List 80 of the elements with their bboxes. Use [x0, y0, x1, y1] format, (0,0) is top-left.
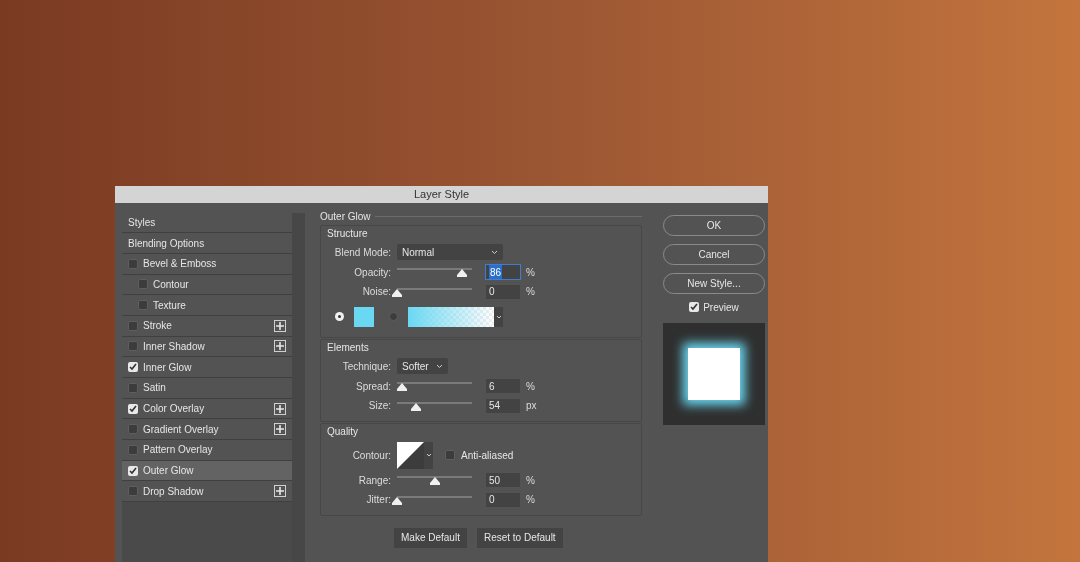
unit-label: px [526, 399, 537, 414]
number-field[interactable]: 0 [486, 492, 520, 507]
field-label: Contour: [351, 448, 391, 463]
style-item[interactable]: Outer Glow [122, 460, 292, 482]
caret-icon [495, 314, 502, 319]
add-icon[interactable] [274, 485, 286, 498]
style-item[interactable]: Gradient Overlay [122, 419, 292, 441]
unit-label: % [526, 285, 535, 300]
section-title: Quality [327, 425, 359, 439]
style-item[interactable]: Inner Shadow [122, 336, 292, 358]
style-item[interactable]: Satin [122, 378, 292, 399]
style-item[interactable]: Styles [122, 212, 292, 234]
caret-icon [436, 363, 443, 369]
number-field[interactable]: 50 [486, 473, 520, 488]
section-title: Structure [327, 227, 368, 241]
slider-thumb[interactable] [392, 496, 402, 505]
checkbox[interactable] [128, 465, 138, 476]
checkbox-label: Anti-aliased [461, 448, 514, 463]
field-label: Size: [367, 399, 391, 414]
slider-thumb[interactable] [456, 269, 467, 278]
style-item[interactable]: Inner Glow [122, 357, 292, 378]
radio-button[interactable] [335, 312, 344, 321]
add-icon[interactable] [274, 340, 286, 353]
checkbox[interactable] [128, 382, 138, 393]
field-label: Jitter: [365, 493, 391, 508]
style-item[interactable]: Stroke [122, 315, 292, 337]
panel-button[interactable]: Make Default [394, 527, 467, 548]
checkbox[interactable] [128, 486, 138, 497]
checkbox[interactable] [128, 258, 138, 269]
slider-thumb[interactable] [429, 477, 440, 486]
slider-thumb[interactable] [410, 402, 421, 411]
checkbox[interactable] [128, 444, 138, 455]
field-label: Range: [357, 473, 391, 488]
number-field[interactable]: 0 [486, 284, 520, 299]
style-item[interactable]: Bevel & Emboss [122, 253, 292, 275]
add-icon[interactable] [274, 319, 286, 332]
panel-button[interactable]: Reset to Default [476, 527, 563, 548]
checkbox[interactable] [138, 300, 148, 311]
dropdown[interactable]: Normal [397, 244, 503, 260]
style-item[interactable]: Contour [122, 274, 292, 296]
dropdown[interactable]: Softer [397, 358, 448, 374]
number-field[interactable]: 6 [486, 379, 520, 394]
checkbox[interactable] [128, 320, 138, 331]
section-title: Elements [327, 341, 369, 355]
unit-label: % [526, 493, 535, 508]
checkbox-label: Preview [703, 300, 739, 315]
checkbox[interactable] [128, 341, 138, 352]
style-item[interactable]: Blending Options [122, 233, 292, 254]
checkbox[interactable] [138, 279, 148, 290]
field-label: Spread: [354, 379, 391, 394]
caret-icon [425, 453, 432, 457]
checkbox[interactable] [128, 424, 138, 435]
field-label: Technique: [341, 359, 391, 374]
add-icon[interactable] [274, 423, 286, 436]
checkbox[interactable] [445, 450, 455, 460]
field-label: Blend Mode: [333, 245, 391, 260]
field-label: Noise: [361, 285, 391, 300]
unit-label: % [526, 473, 535, 488]
style-item[interactable]: Pattern Overlay [122, 440, 292, 461]
panel-title: Outer Glow [320, 209, 371, 224]
caret-icon [491, 249, 498, 255]
checkbox[interactable] [689, 302, 700, 312]
style-item[interactable]: Drop Shadow [122, 481, 292, 503]
number-field[interactable]: 86 [486, 265, 520, 280]
radio-button[interactable] [389, 312, 398, 321]
slider-thumb[interactable] [396, 383, 407, 392]
contour-picker[interactable] [397, 441, 433, 469]
style-item[interactable]: Color Overlay [122, 398, 292, 420]
slider-thumb[interactable] [392, 288, 402, 297]
color-swatch[interactable] [354, 306, 374, 327]
number-field[interactable]: 54 [486, 398, 520, 413]
unit-label: % [526, 265, 535, 280]
field-label: Opacity: [353, 265, 391, 280]
unit-label: % [526, 379, 535, 394]
checkbox[interactable] [128, 362, 138, 373]
style-item[interactable]: Texture [122, 295, 292, 316]
window-title: Layer Style [414, 187, 469, 202]
add-icon[interactable] [274, 402, 286, 415]
checkbox[interactable] [128, 403, 138, 414]
gradient-picker[interactable] [408, 306, 503, 327]
